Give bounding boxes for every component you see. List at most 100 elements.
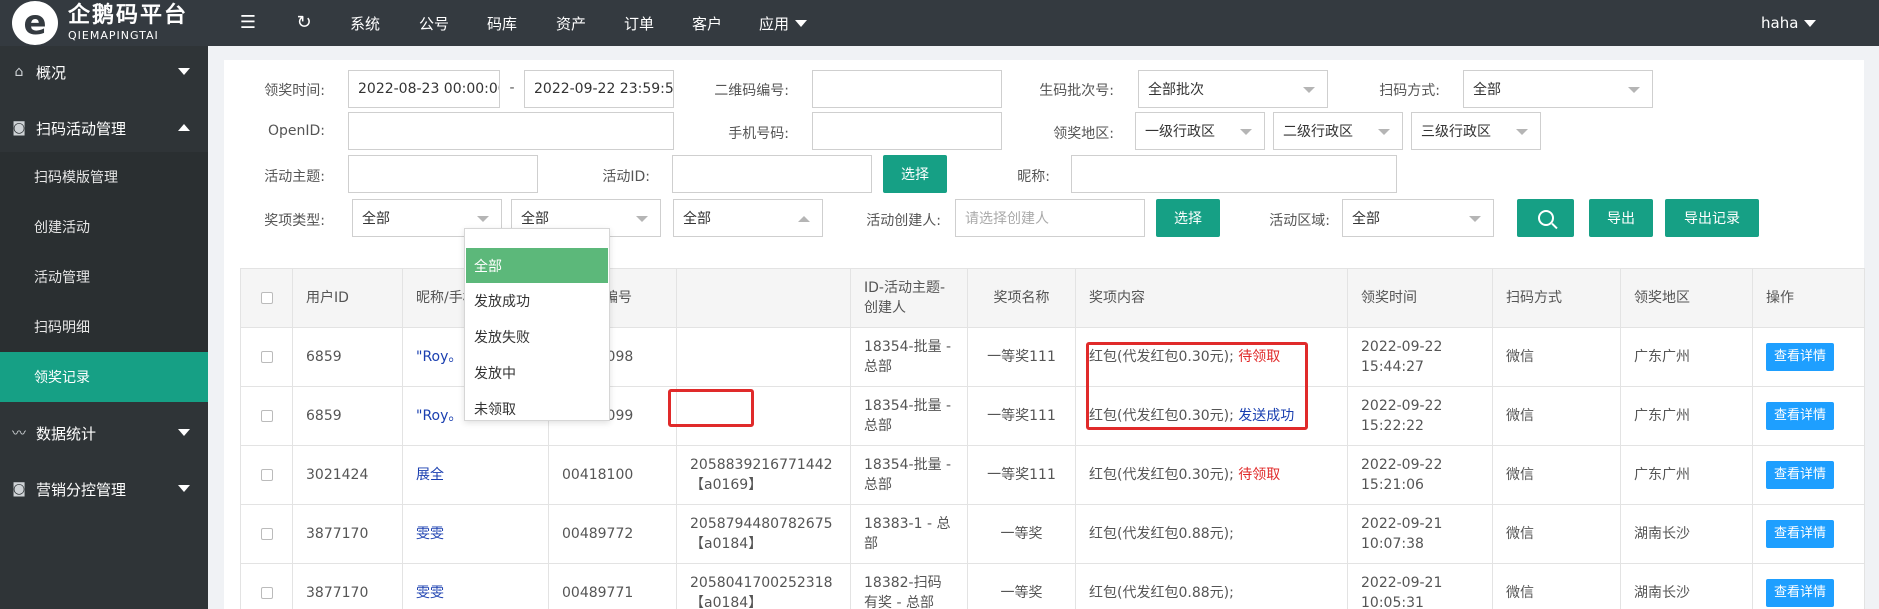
- checkbox-icon[interactable]: [260, 587, 273, 599]
- nav-apps[interactable]: 应用: [759, 0, 808, 46]
- refresh-icon[interactable]: ↻: [292, 12, 316, 33]
- cell-area: 广东广州: [1620, 386, 1753, 446]
- sidebar-group-statistics[interactable]: 〰 数据统计: [0, 407, 208, 459]
- nav-official-account[interactable]: 公号: [419, 0, 449, 46]
- cell-nickname[interactable]: 展全: [402, 445, 549, 505]
- menu-toggle-icon[interactable]: ☰: [236, 12, 260, 33]
- row-checkbox[interactable]: [240, 563, 293, 609]
- view-detail-button[interactable]: 查看详情: [1766, 343, 1835, 371]
- nickname-link[interactable]: "Roy。: [416, 408, 462, 424]
- nav-customers[interactable]: 客户: [692, 0, 722, 46]
- checkbox-icon[interactable]: [260, 351, 273, 363]
- table-row: 3877170 雯雯 00489772 2058794480782675【a0184】…: [240, 504, 1865, 564]
- sidebar-item-activity-manage[interactable]: 活动管理: [0, 252, 208, 302]
- phone-input[interactable]: [812, 112, 1002, 150]
- col-claim-time: 领奖时间: [1347, 268, 1493, 328]
- region-level3-select[interactable]: 三级行政区: [1411, 112, 1541, 150]
- nav-system[interactable]: 系统: [350, 0, 380, 46]
- checkbox-icon[interactable]: [260, 292, 273, 304]
- nickname-link[interactable]: 展全: [416, 467, 444, 483]
- select-creator-button[interactable]: 选择: [1156, 199, 1220, 237]
- nickname-link[interactable]: 雯雯: [416, 585, 444, 601]
- cell-code: 2058041700252318【a0184】: [676, 563, 851, 609]
- scan-method-label: 扫码方式:: [1379, 83, 1440, 99]
- status-option-unclaimed[interactable]: 未领取: [466, 391, 608, 426]
- logo-mark: e: [12, 1, 58, 45]
- sidebar-item-claim-records[interactable]: 领奖记录: [0, 352, 208, 402]
- area-select[interactable]: 全部: [1342, 199, 1494, 237]
- cell-user-id: 3877170: [292, 504, 403, 564]
- cell-claim-time: 2022-09-21 10:07:38: [1347, 504, 1493, 564]
- openid-input[interactable]: [348, 112, 674, 150]
- chevron-down-icon: [1303, 87, 1315, 93]
- chevron-up-icon: [178, 124, 190, 131]
- chevron-down-icon: [1469, 216, 1481, 222]
- claim-time-start-input[interactable]: 2022-08-23 00:00:00: [348, 70, 500, 108]
- checkbox-icon[interactable]: [260, 469, 273, 481]
- nav-orders[interactable]: 订单: [624, 0, 654, 46]
- batch-select[interactable]: 全部批次: [1138, 70, 1328, 108]
- sidebar-item-scan-template[interactable]: 扫码模版管理: [0, 152, 208, 202]
- chevron-down-icon: [178, 68, 190, 75]
- area-label: 活动区域:: [1269, 213, 1330, 229]
- row-checkbox[interactable]: [240, 386, 293, 446]
- cell-area: 广东广州: [1620, 445, 1753, 505]
- top-bar: e 企鹅码平台 QIEMAPINGTAI ☰ ↻ 系统 公号 码库 资产 订单 …: [0, 0, 1879, 46]
- sidebar-group-marketing-control[interactable]: ◙ 营销分控管理: [0, 463, 208, 515]
- qr-code-input[interactable]: [812, 70, 1002, 108]
- cell-prize-name: 一等奖: [967, 563, 1076, 609]
- view-detail-button[interactable]: 查看详情: [1766, 579, 1835, 607]
- select-activity-button[interactable]: 选择: [883, 155, 947, 193]
- theme-input[interactable]: [348, 155, 538, 193]
- row-checkbox[interactable]: [240, 327, 293, 387]
- sidebar-item-create-activity[interactable]: 创建活动: [0, 202, 208, 252]
- activity-id-input[interactable]: [672, 155, 872, 193]
- chevron-down-icon: [477, 216, 489, 222]
- sidebar-group-overview[interactable]: ⌂ 概况: [0, 46, 208, 98]
- status-option-pending[interactable]: 发放中: [466, 355, 608, 390]
- select-all-checkbox[interactable]: [240, 268, 293, 328]
- sidebar-group-scan-activity[interactable]: ◙ 扫码活动管理: [0, 102, 208, 154]
- region-level2-select[interactable]: 二级行政区: [1273, 112, 1403, 150]
- status-option-all[interactable]: 全部: [466, 248, 608, 283]
- sidebar-item-scan-detail[interactable]: 扫码明细: [0, 302, 208, 352]
- status-option-failed[interactable]: 发放失败: [466, 319, 608, 354]
- cell-nickname[interactable]: 雯雯: [402, 563, 549, 609]
- nav-code-library[interactable]: 码库: [487, 0, 517, 46]
- cell-activity: 18383-1 - 总部: [850, 504, 968, 564]
- creator-input[interactable]: 请选择创建人: [955, 199, 1145, 237]
- user-menu[interactable]: haha: [1761, 0, 1817, 46]
- view-detail-button[interactable]: 查看详情: [1766, 461, 1835, 489]
- export-button[interactable]: 导出: [1589, 199, 1653, 237]
- search-button[interactable]: [1517, 199, 1574, 237]
- logo-title: 企鹅码平台: [68, 3, 189, 28]
- checkbox-icon[interactable]: [260, 410, 273, 422]
- prize-status-select[interactable]: 全部: [673, 199, 823, 237]
- region-label: 领奖地区:: [1053, 126, 1114, 142]
- status-option-success[interactable]: 发放成功: [466, 283, 608, 318]
- checkbox-icon[interactable]: [260, 528, 273, 540]
- region-level1-select[interactable]: 一级行政区: [1135, 112, 1265, 150]
- nav-assets[interactable]: 资产: [556, 0, 586, 46]
- cell-qr-code: 00489772: [548, 504, 677, 564]
- logo[interactable]: e 企鹅码平台 QIEMAPINGTAI: [0, 0, 208, 46]
- prize-content-text: 红包(代发红包0.88元);: [1089, 585, 1234, 601]
- row-checkbox[interactable]: [240, 445, 293, 505]
- prize-content-text: 红包(代发红包0.88元);: [1089, 526, 1234, 542]
- export-record-button[interactable]: 导出记录: [1665, 199, 1759, 237]
- view-detail-button[interactable]: 查看详情: [1766, 520, 1835, 548]
- nickname-link[interactable]: 雯雯: [416, 526, 444, 542]
- scan-method-select[interactable]: 全部: [1463, 70, 1653, 108]
- chevron-down-icon: [1516, 129, 1528, 135]
- nickname-link[interactable]: "Roy。: [416, 349, 462, 365]
- claim-time-end-input[interactable]: 2022-09-22 23:59:59: [524, 70, 674, 108]
- cell-code: [676, 327, 851, 387]
- row-checkbox[interactable]: [240, 504, 293, 564]
- cell-code: 2058839216771442【a0169】: [676, 445, 851, 505]
- view-detail-button[interactable]: 查看详情: [1766, 402, 1835, 430]
- cell-action: 查看详情: [1752, 504, 1865, 564]
- cell-scan-method: 微信: [1492, 563, 1621, 609]
- cell-qr-code: 00418100: [548, 445, 677, 505]
- nickname-input[interactable]: [1071, 155, 1397, 193]
- cell-nickname[interactable]: 雯雯: [402, 504, 549, 564]
